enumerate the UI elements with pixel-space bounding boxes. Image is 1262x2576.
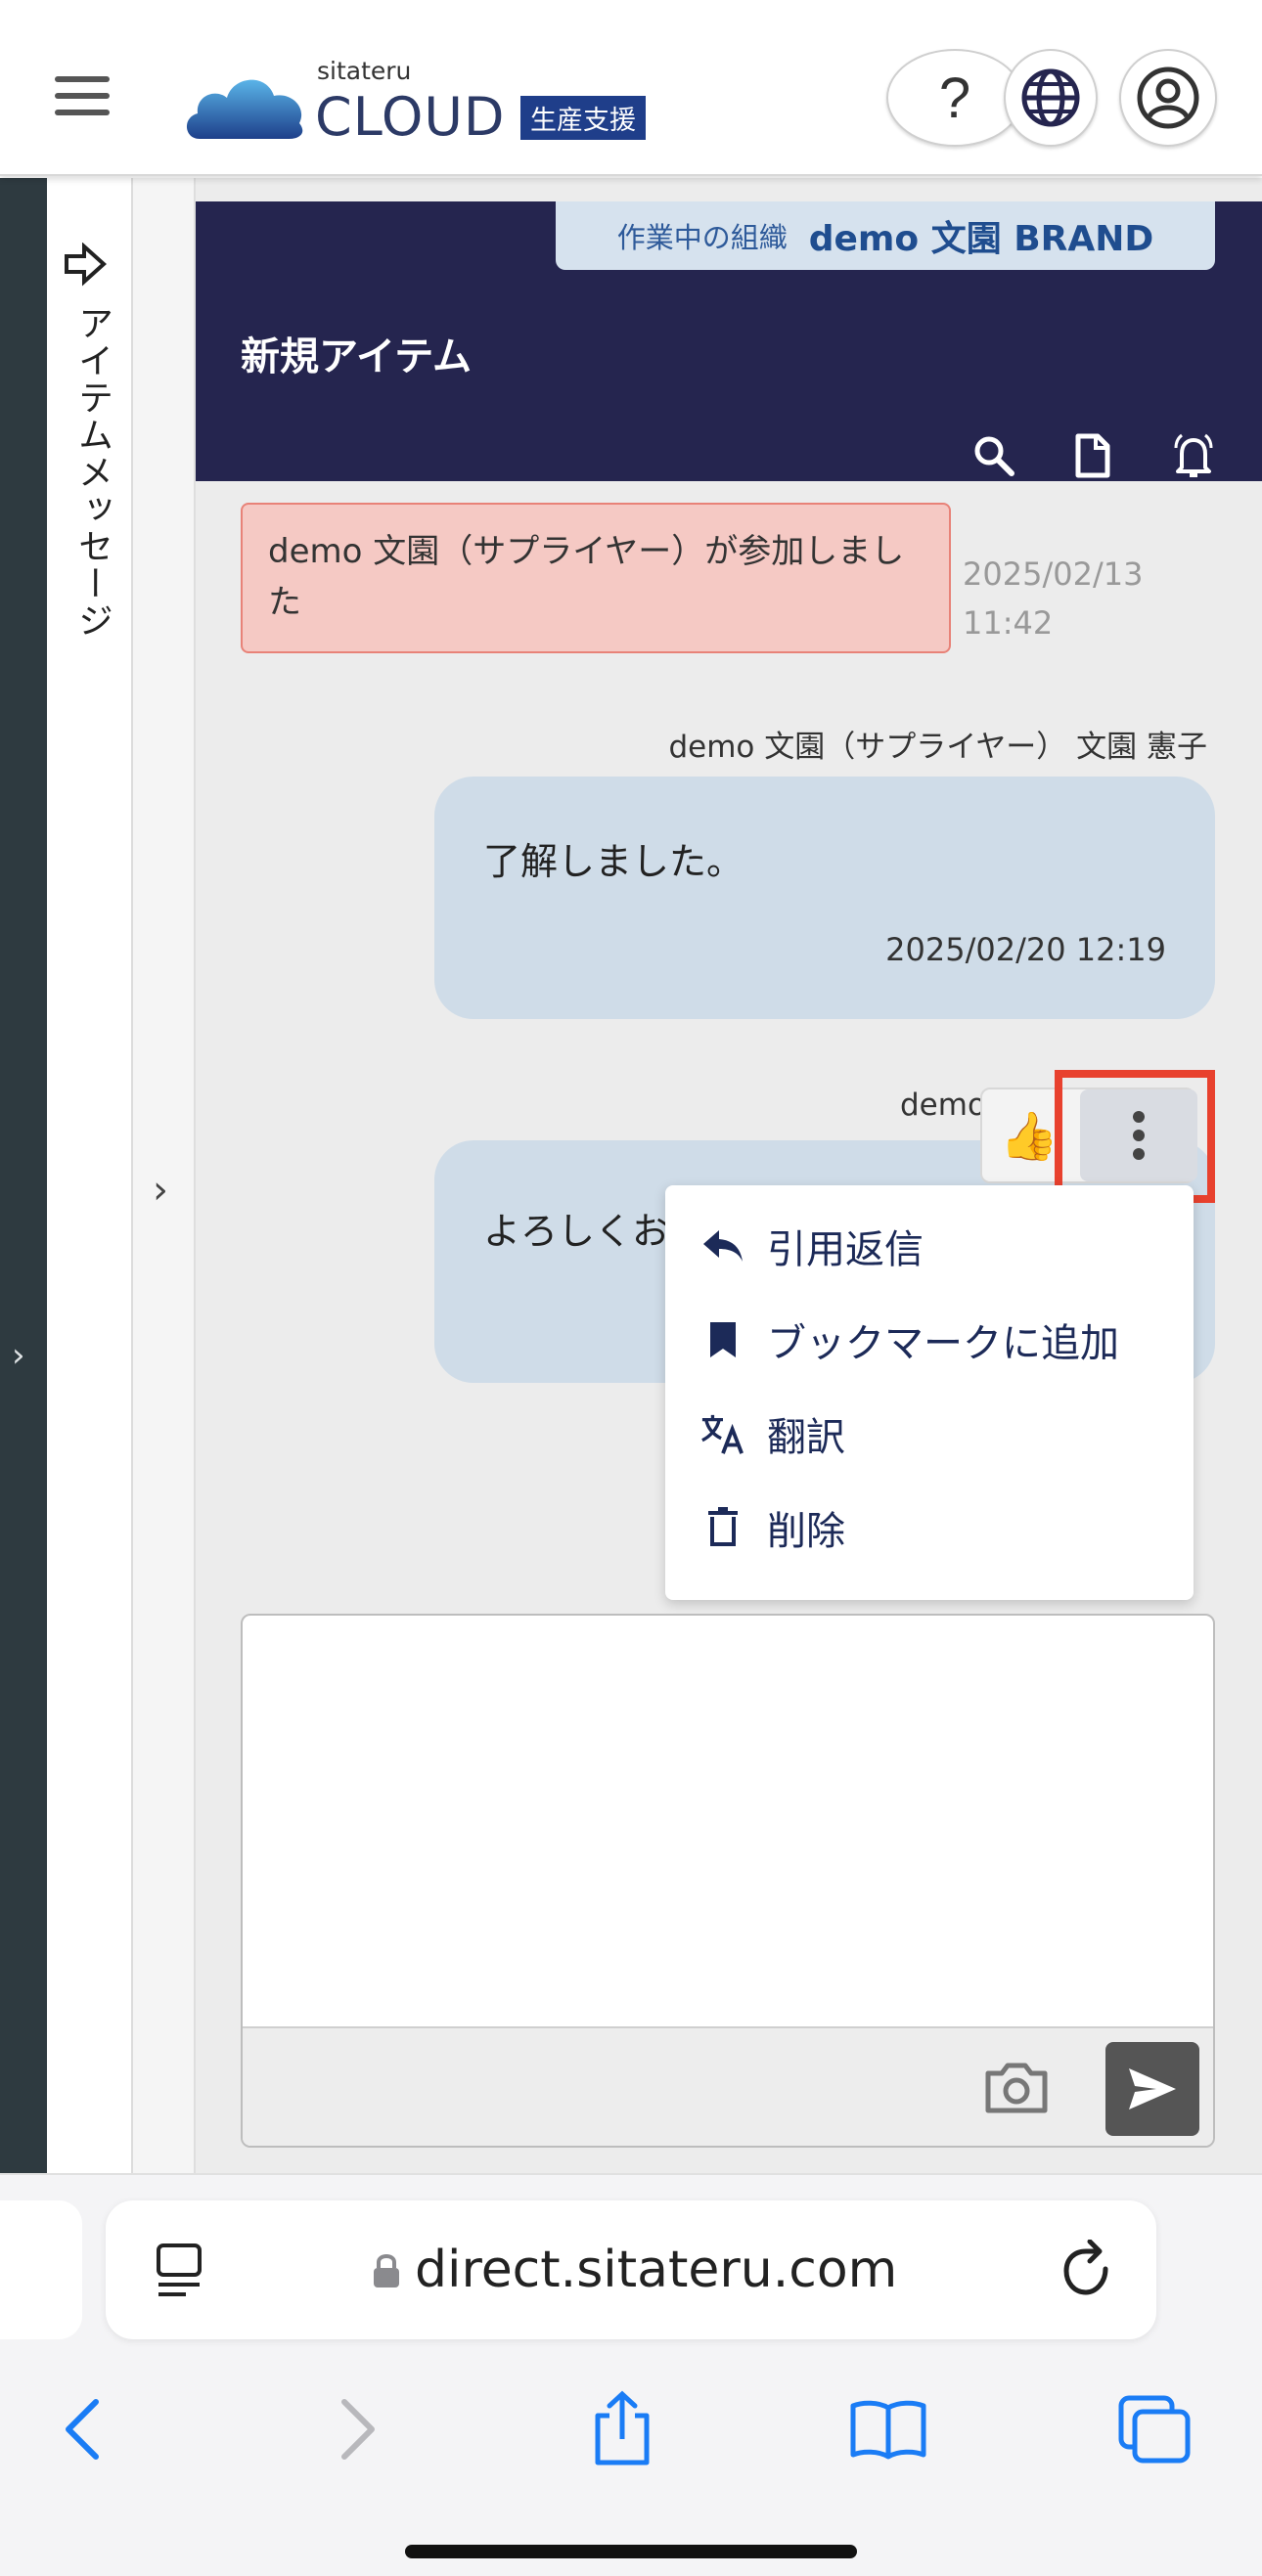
message-sender: demo 文園（サプライヤー） 文園 憲子	[668, 730, 1207, 765]
message-text-2: よろしくお	[483, 1210, 670, 1253]
logo-small-text: sitateru	[317, 57, 412, 85]
working-organization-banner: 作業中の組織 demo 文園 BRAND	[556, 201, 1215, 270]
url-text: direct.sitateru.com	[415, 2241, 898, 2299]
menu-item-label: 引用返信	[767, 1227, 924, 1272]
account-button[interactable]	[1119, 49, 1217, 147]
page-menu-icon[interactable]	[153, 2242, 205, 2300]
org-label: 作業中の組織	[616, 221, 788, 254]
chevron-left-icon	[66, 2399, 99, 2460]
message-composer[interactable]	[241, 1614, 1215, 2148]
side-tab-label: アイテムメッセージ	[72, 305, 113, 640]
menu-item-label: 翻訳	[767, 1415, 845, 1460]
tabs-icon	[1118, 2395, 1191, 2464]
left-drawer-strip[interactable]: ›	[0, 178, 47, 2173]
chat-main: 新規アイテム 作業中の組織 demo 文園 BRAND demo 文園（サプライ…	[196, 178, 1262, 2173]
message-text: 了解しました。	[483, 840, 744, 883]
hand-pointer-icon	[65, 243, 107, 287]
help-button[interactable]: ?	[886, 49, 1023, 147]
side-expand-column[interactable]: ›	[133, 178, 196, 2173]
logo-big-text: CLOUD	[315, 86, 506, 148]
notification-bell-icon[interactable]	[1168, 430, 1219, 481]
expand-chevron-icon[interactable]: ›	[153, 1168, 168, 1213]
system-message: demo 文園（サプライヤー）が参加しました	[241, 503, 951, 653]
globe-icon	[1021, 68, 1080, 127]
help-label: ?	[938, 66, 971, 130]
system-message-time: 2025/02/13 11:42	[963, 550, 1158, 647]
share-button[interactable]	[583, 2390, 661, 2468]
message-sender-2: demo	[900, 1088, 986, 1123]
language-button[interactable]	[1004, 49, 1098, 147]
menu-item-label: ブックマークに追加	[767, 1321, 1119, 1366]
composer-toolbar	[243, 2026, 1213, 2146]
menu-item-translate[interactable]: 翻訳	[665, 1387, 1194, 1481]
browser-chrome: direct.sitateru.com	[0, 2173, 1262, 2576]
open-book-icon	[850, 2400, 926, 2460]
reload-icon[interactable]	[1059, 2240, 1117, 2300]
message-time: 2025/02/20 12:19	[885, 931, 1166, 968]
cloud-logo-icon	[186, 79, 303, 139]
system-message-clock: 11:42	[963, 604, 1054, 642]
lock-icon	[374, 2254, 399, 2287]
highlight-box	[1055, 1070, 1215, 1203]
message-bubble[interactable]: 了解しました。 2025/02/20 12:19	[434, 777, 1215, 1019]
org-value: demo 文園 BRAND	[808, 219, 1154, 259]
chevron-right-icon	[341, 2399, 375, 2460]
url-display[interactable]: direct.sitateru.com	[372, 2238, 897, 2302]
logo-tag: 生産支援	[520, 96, 646, 140]
camera-icon[interactable]	[982, 2056, 1051, 2118]
hamburger-menu-icon[interactable]	[55, 76, 110, 115]
search-icon[interactable]	[969, 430, 1019, 481]
user-account-icon	[1137, 67, 1199, 129]
tabs-button[interactable]	[1115, 2390, 1194, 2468]
item-message-side-tab[interactable]: アイテムメッセージ	[47, 178, 133, 2173]
app-header: sitateru CLOUD 生産支援 ?	[0, 0, 1262, 176]
sitateru-cloud-logo[interactable]: sitateru CLOUD 生産支援	[182, 53, 671, 148]
file-icon[interactable]	[1066, 430, 1117, 481]
menu-item-delete[interactable]: 削除	[665, 1481, 1194, 1575]
page-title: 新規アイテム	[241, 334, 472, 379]
reply-icon	[700, 1223, 745, 1268]
menu-item-quote-reply[interactable]: 引用返信	[665, 1199, 1194, 1293]
adjacent-tab-preview[interactable]	[0, 2200, 82, 2339]
translate-icon	[700, 1411, 745, 1456]
home-indicator[interactable]	[405, 2545, 857, 2558]
message-context-menu: 引用返信 ブックマークに追加 翻訳 削除	[665, 1185, 1194, 1600]
trash-icon	[700, 1505, 745, 1550]
chevron-right-icon[interactable]: ›	[12, 1336, 25, 1375]
bookmark-icon	[700, 1317, 745, 1362]
forward-button[interactable]	[319, 2390, 397, 2468]
browser-toolbar	[0, 2371, 1262, 2488]
send-icon	[1129, 2068, 1176, 2110]
send-button[interactable]	[1105, 2042, 1199, 2136]
system-message-date: 2025/02/13	[963, 555, 1144, 593]
back-button[interactable]	[43, 2390, 121, 2468]
share-icon	[595, 2390, 650, 2465]
address-bar[interactable]: direct.sitateru.com	[106, 2200, 1156, 2339]
bookmarks-button[interactable]	[849, 2390, 927, 2468]
menu-item-bookmark[interactable]: ブックマークに追加	[665, 1293, 1194, 1387]
menu-item-label: 削除	[767, 1509, 845, 1554]
